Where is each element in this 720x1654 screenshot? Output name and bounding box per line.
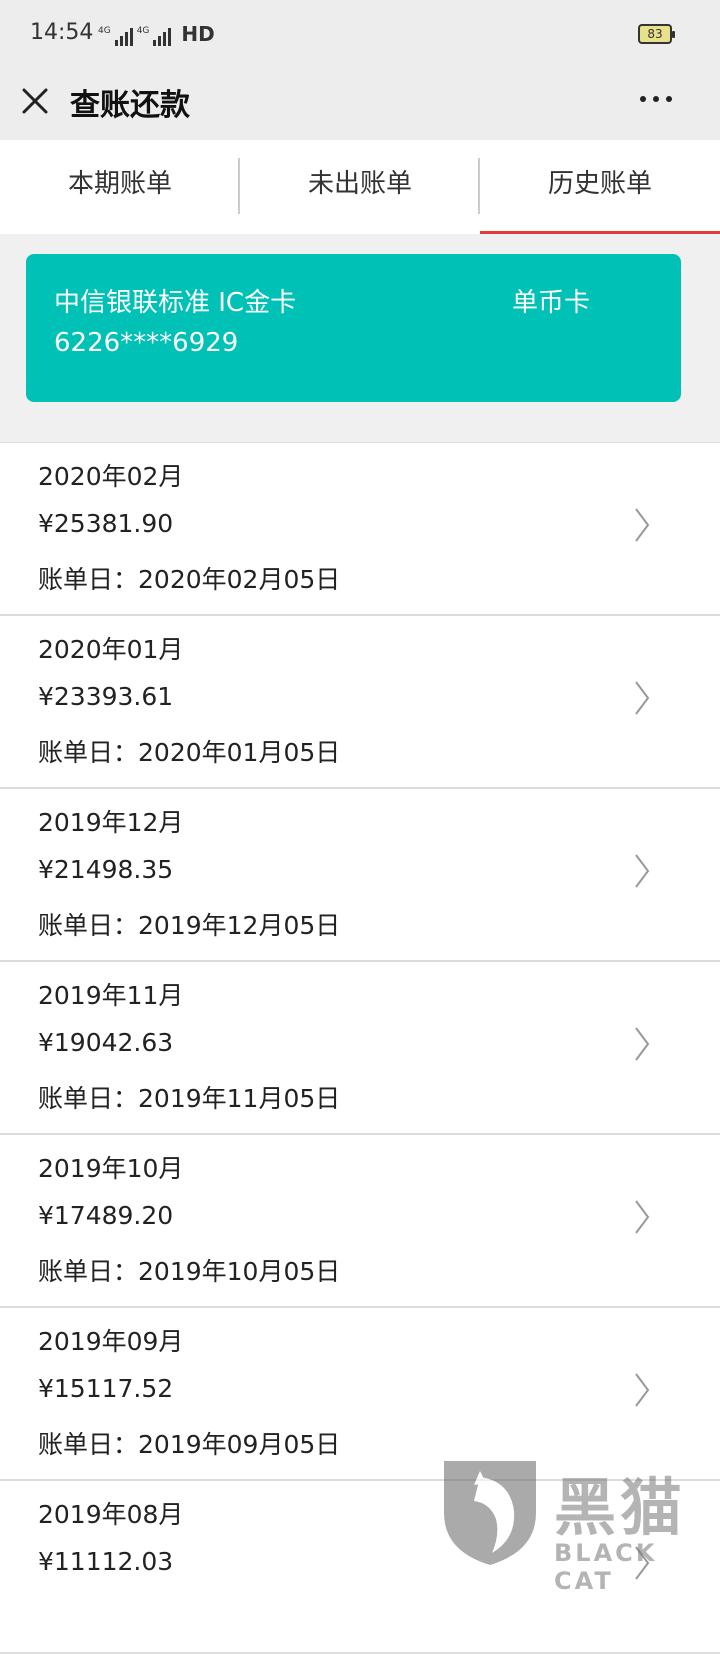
watermark-en-text: BLACK CAT: [554, 1539, 658, 1595]
chevron-right-icon: [635, 508, 650, 542]
bill-date-label: 账单日：: [38, 1430, 139, 1459]
card-section: 中信银联标准 IC金卡 单币卡 6226****6929: [0, 234, 720, 443]
title-bar: 查账还款: [0, 72, 720, 140]
battery-level: 83: [647, 27, 663, 41]
bill-month: 2020年01月: [38, 635, 184, 664]
page-title: 查账还款: [70, 88, 190, 123]
bill-month: 2019年11月: [38, 981, 184, 1010]
bill-amount: ¥19042.63: [38, 1028, 174, 1057]
bill-amount: ¥25381.90: [38, 509, 174, 538]
bill-amount: ¥17489.20: [38, 1201, 174, 1230]
bill-date-row: 账单日：2020年01月05日: [38, 733, 340, 769]
bill-tabs: 本期账单 未出账单 历史账单: [0, 140, 720, 234]
bill-date: 2020年01月05日: [138, 738, 341, 767]
bill-amount: ¥11112.03: [38, 1547, 174, 1576]
bill-month: 2019年10月: [38, 1154, 184, 1183]
status-time: 14:54: [30, 20, 94, 45]
status-bar: 14:54 4G 4G HD 83: [0, 0, 720, 72]
bill-month: 2019年12月: [38, 808, 184, 837]
tab-history-bill[interactable]: 历史账单: [480, 140, 720, 234]
bill-month: 2019年09月: [38, 1327, 184, 1356]
tab-label: 本期账单: [67, 169, 172, 199]
network-1-label: 4G: [98, 26, 111, 36]
bill-date: 2019年11月05日: [138, 1084, 341, 1113]
bill-date-row: 账单日：2019年12月05日: [38, 906, 340, 942]
bill-date-row: 账单日：2019年10月05日: [38, 1252, 340, 1288]
tab-label: 未出账单: [307, 169, 412, 199]
bill-month: 2019年08月: [38, 1500, 184, 1529]
bill-amount: ¥23393.61: [38, 682, 174, 711]
bill-date: 2019年09月05日: [138, 1430, 341, 1459]
hd-label: HD: [181, 22, 215, 46]
list-item[interactable]: 2019年10月 ¥17489.20 账单日：2019年10月05日: [0, 1135, 720, 1308]
card-number: 6226****6929: [54, 328, 239, 358]
bill-date-label: 账单日：: [38, 911, 139, 940]
chevron-right-icon: [635, 1027, 650, 1061]
bank-card: 中信银联标准 IC金卡 单币卡 6226****6929: [26, 254, 681, 402]
bill-month: 2020年02月: [38, 462, 184, 491]
chevron-right-icon: [635, 1200, 650, 1234]
cat-shield-logo-icon: [444, 1461, 536, 1565]
tab-unbilled[interactable]: 未出账单: [240, 140, 480, 234]
bill-date-row: 账单日：2019年11月05日: [38, 1079, 340, 1115]
chevron-right-icon: [635, 854, 650, 888]
chevron-right-icon: [635, 681, 650, 715]
close-icon[interactable]: [18, 84, 52, 118]
bill-date-label: 账单日：: [38, 1257, 139, 1286]
chevron-right-icon: [635, 1373, 650, 1407]
bill-amount: ¥21498.35: [38, 855, 174, 884]
list-item[interactable]: 2020年01月 ¥23393.61 账单日：2020年01月05日: [0, 616, 720, 789]
bill-date-row: 账单日：2020年02月05日: [38, 560, 340, 596]
signal-1-icon: 4G: [98, 26, 133, 46]
bill-date: 2019年12月05日: [138, 911, 341, 940]
card-type: 单币卡: [512, 288, 591, 318]
tab-label: 历史账单: [547, 169, 652, 199]
signal-indicators: 4G 4G HD: [98, 22, 215, 46]
bill-date-label: 账单日：: [38, 738, 139, 767]
bill-date: 2019年10月05日: [138, 1257, 341, 1286]
signal-2-icon: 4G: [137, 26, 172, 46]
bill-date-label: 账单日：: [38, 1084, 139, 1113]
watermark-cn-text: 黑猫: [554, 1471, 687, 1544]
more-dots-icon[interactable]: [636, 84, 676, 114]
bill-amount: ¥15117.52: [38, 1374, 174, 1403]
list-item[interactable]: 2019年11月 ¥19042.63 账单日：2019年11月05日: [0, 962, 720, 1135]
bill-date: 2020年02月05日: [138, 565, 341, 594]
network-2-label: 4G: [136, 26, 150, 36]
black-cat-watermark: 黑猫 BLACK CAT: [440, 1455, 720, 1600]
list-item[interactable]: 2019年12月 ¥21498.35 账单日：2019年12月05日: [0, 789, 720, 962]
list-item[interactable]: 2020年02月 ¥25381.90 账单日：2020年02月05日: [0, 443, 720, 616]
card-name: 中信银联标准 IC金卡: [54, 288, 297, 318]
tab-current-bill[interactable]: 本期账单: [0, 140, 240, 234]
bill-date-label: 账单日：: [38, 565, 139, 594]
bill-date-row: 账单日：2019年09月05日: [38, 1425, 340, 1461]
battery-icon: 83: [638, 24, 675, 44]
